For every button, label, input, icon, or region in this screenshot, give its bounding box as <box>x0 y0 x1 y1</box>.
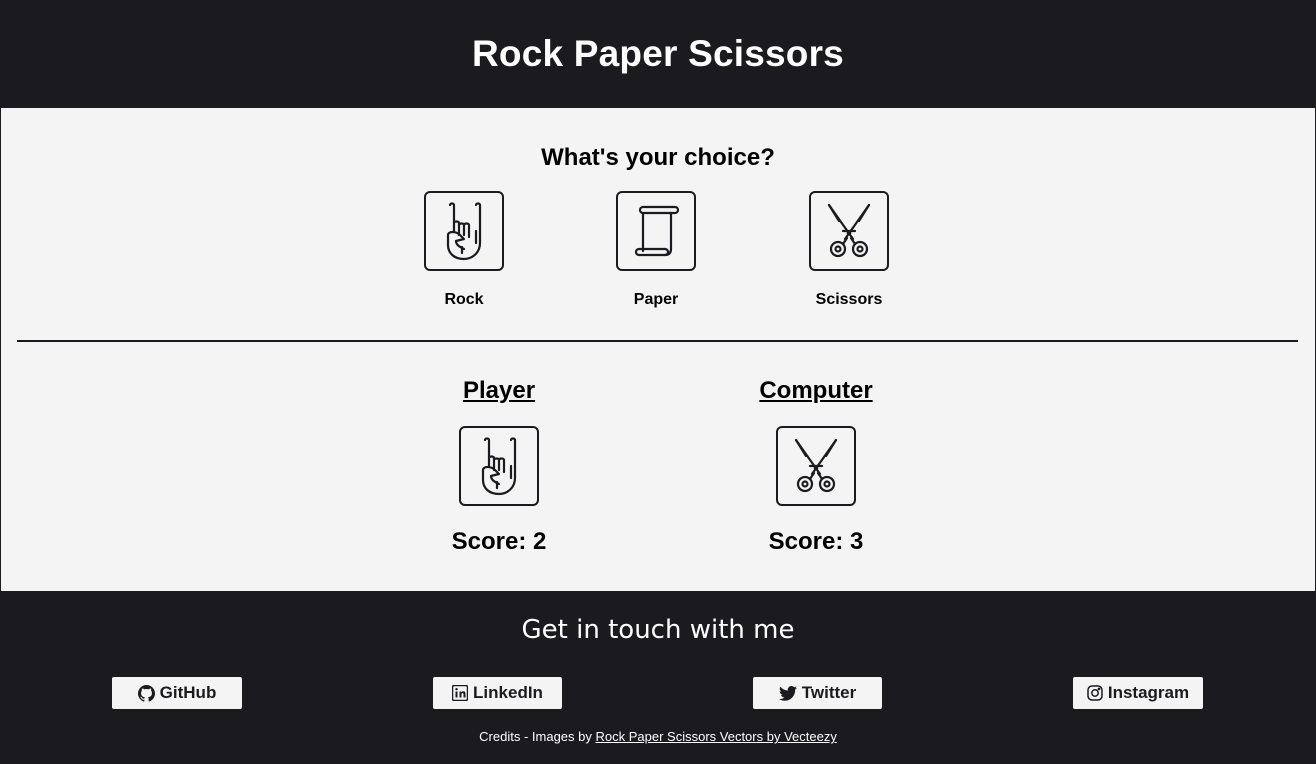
credits-link[interactable]: Rock Paper Scissors Vectors by Vecteezy <box>596 729 837 744</box>
scissors-label: Scissors <box>815 290 883 308</box>
rock-label: Rock <box>444 290 484 308</box>
computer-choice-tile <box>776 425 856 506</box>
game-area: What's your choice? Rock Paper Scissors … <box>1 107 1315 592</box>
scissors-choice-button[interactable]: Scissors <box>789 190 909 309</box>
linkedin-label: LinkedIn <box>473 683 543 703</box>
rock-hand-icon <box>481 437 517 495</box>
computer-panel: Computer Score: 3 <box>716 376 916 556</box>
rock-tile[interactable] <box>424 190 504 271</box>
computer-score: Score: 3 <box>768 527 864 555</box>
player-panel: Player Score: 2 <box>399 376 599 556</box>
scissors-tile[interactable] <box>809 190 889 271</box>
linkedin-icon <box>452 685 469 702</box>
computer-heading: Computer <box>759 376 873 404</box>
site-footer: Get in touch with me GitHub LinkedIn Twi… <box>1 591 1315 763</box>
github-link[interactable]: GitHub <box>112 677 242 710</box>
github-icon <box>137 684 155 702</box>
credits-prefix: Credits - Images by <box>479 729 592 745</box>
instagram-label: Instagram <box>1107 683 1190 703</box>
paper-choice-button[interactable]: Paper <box>596 190 716 309</box>
instagram-icon <box>1087 685 1103 702</box>
player-choice-tile <box>459 425 539 506</box>
scissors-icon <box>794 438 838 492</box>
scissors-icon <box>827 203 871 257</box>
linkedin-link[interactable]: LinkedIn <box>433 677 562 710</box>
page: Rock Paper Scissors What's your choice? … <box>0 0 1316 764</box>
page-title: Rock Paper Scissors <box>472 33 844 75</box>
instagram-link[interactable]: Instagram <box>1073 677 1203 710</box>
paper-label: Paper <box>633 290 679 308</box>
github-label: GitHub <box>159 683 217 703</box>
rock-hand-icon <box>446 202 482 260</box>
paper-scroll-icon <box>634 205 680 256</box>
twitter-icon <box>778 685 797 701</box>
twitter-label: Twitter <box>801 683 857 703</box>
contact-heading: Get in touch with me <box>521 615 795 646</box>
choice-prompt: What's your choice? <box>541 143 775 171</box>
rock-choice-button[interactable]: Rock <box>404 190 524 309</box>
credits: Credits - Images by Rock Paper Scissors … <box>1 729 1315 744</box>
divider <box>17 339 1298 342</box>
player-heading: Player <box>462 376 536 404</box>
twitter-link[interactable]: Twitter <box>753 677 882 710</box>
player-score: Score: 2 <box>451 527 547 555</box>
site-header: Rock Paper Scissors <box>1 1 1315 108</box>
paper-tile[interactable] <box>616 190 696 271</box>
